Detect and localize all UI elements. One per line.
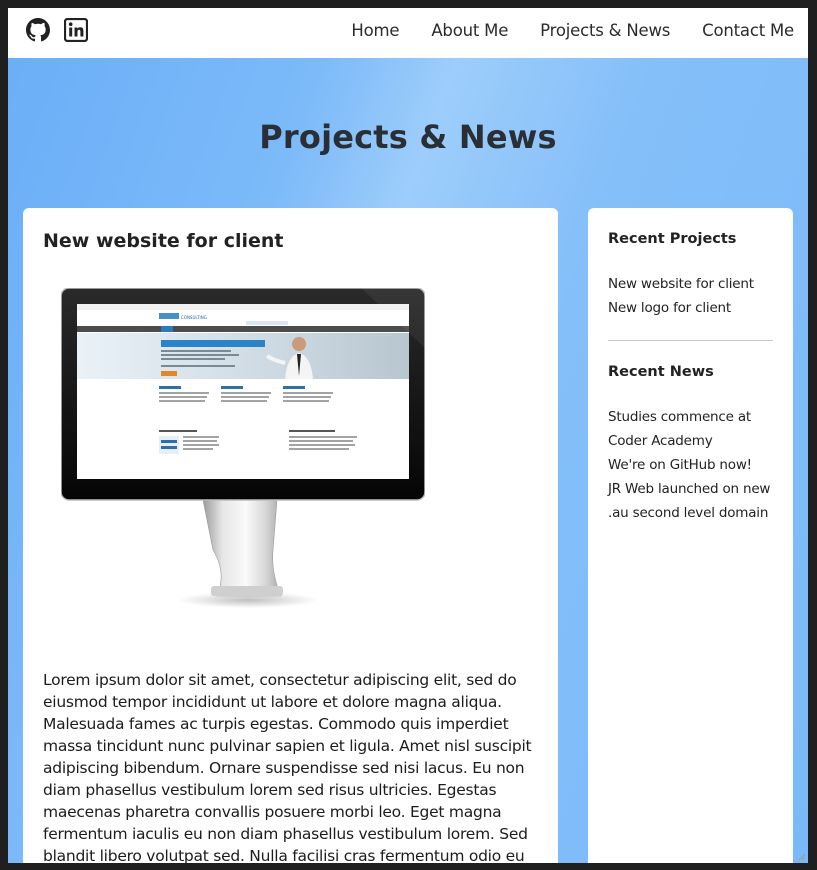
nav-projects-news[interactable]: Projects & News [540,21,670,40]
list-item: JR Web launched on new .au second level … [608,477,778,525]
svg-text:CONSULTING: CONSULTING [181,315,207,320]
linkedin-icon [64,18,88,42]
page-frame: Home About Me Projects & News Contact Me… [8,8,808,863]
list-item: Studies commence at Coder Academy [608,405,778,453]
list-item: We're on GitHub now! [608,453,778,477]
recent-projects-list: New website for client New logo for clie… [608,272,778,320]
recent-project-link[interactable]: New logo for client [608,296,778,320]
nav-about-me[interactable]: About Me [431,21,508,40]
recent-news-link[interactable]: We're on GitHub now! [608,453,778,477]
main-nav: Home About Me Projects & News Contact Me [351,21,794,40]
social-links [26,18,88,42]
list-item: New website for client [608,272,778,296]
nav-home[interactable]: Home [351,21,399,40]
recent-project-link[interactable]: New website for client [608,272,778,296]
post-body: Lorem ipsum dolor sit amet, consectetur … [43,671,532,863]
github-link[interactable] [26,18,50,42]
monitor-website-mockup-image: CONSULTING [61,288,425,608]
recent-news-list: Studies commence at Coder Academy We're … [608,405,778,525]
page-title: Projects & News [259,118,557,156]
nav-contact-me[interactable]: Contact Me [702,21,794,40]
site-header: Home About Me Projects & News Contact Me [8,8,808,58]
list-item: New logo for client [608,296,778,320]
github-icon [26,18,50,42]
post-title: New website for client [43,230,284,252]
recent-projects-heading: Recent Projects [608,231,737,247]
recent-news-heading: Recent News [608,364,714,380]
post-card: New website for client CONSULTING Lorem … [23,208,558,863]
linkedin-link[interactable] [64,18,88,42]
resize-grip-icon[interactable] [796,851,806,861]
sidebar-card: Recent Projects New website for client N… [588,208,793,863]
recent-news-link[interactable]: Studies commence at Coder Academy [608,405,778,453]
recent-news-link[interactable]: JR Web launched on new .au second level … [608,477,778,525]
sidebar-divider [608,340,773,341]
